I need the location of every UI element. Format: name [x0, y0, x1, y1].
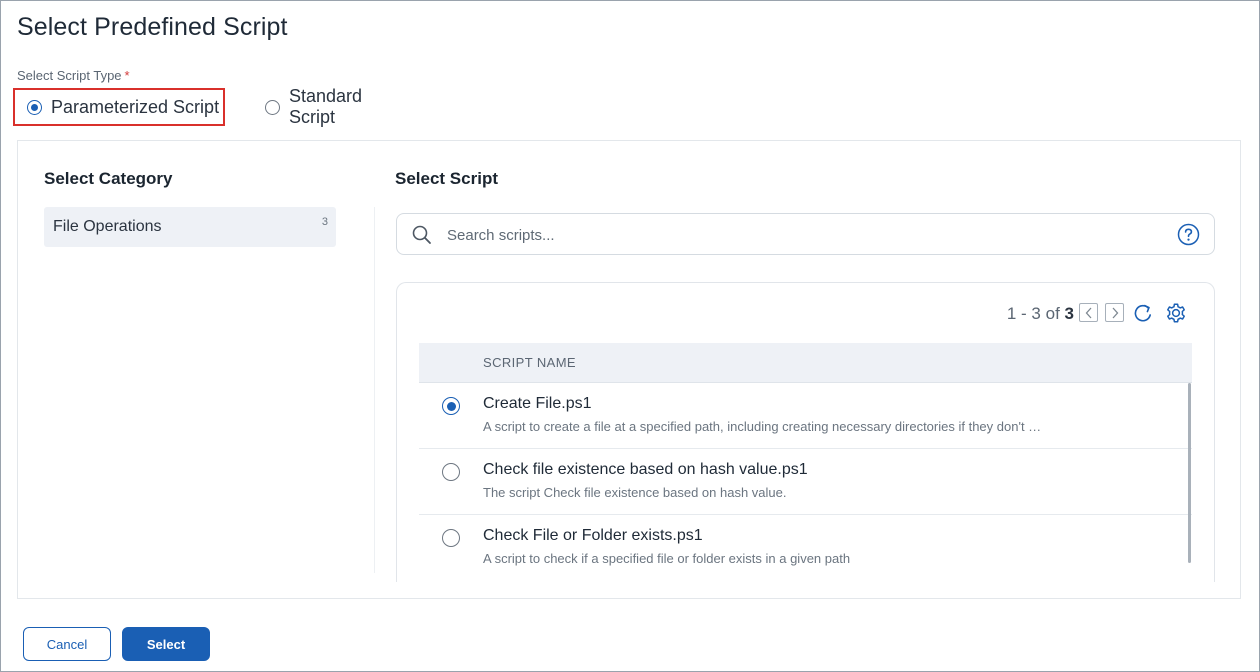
pagination-range: 1 - 3 of: [1006, 304, 1060, 323]
script-name: Check file existence based on hash value…: [483, 461, 808, 478]
column-header-script-name[interactable]: SCRIPT NAME: [483, 355, 576, 370]
parameterized-script-radio[interactable]: [27, 99, 42, 115]
row-radio[interactable]: [442, 397, 460, 415]
standard-script-radio[interactable]: [265, 99, 280, 115]
table-row[interactable]: Check file existence based on hash value…: [419, 449, 1192, 515]
category-heading: Select Category: [44, 169, 173, 188]
chevron-left-icon: [1085, 307, 1091, 318]
table-row[interactable]: Create File.ps1 A script to create a fil…: [419, 383, 1192, 449]
column-header-row: SCRIPT NAME: [419, 343, 1192, 383]
refresh-icon[interactable]: [1132, 302, 1154, 329]
parameterized-script-option[interactable]: Parameterized Script: [13, 88, 225, 126]
selection-panel: Select Category File Operations 3 Select…: [17, 140, 1241, 599]
row-radio[interactable]: [442, 463, 460, 481]
chevron-right-icon: [1112, 307, 1118, 318]
help-icon[interactable]: [1177, 223, 1200, 251]
script-heading: Select Script: [395, 169, 498, 188]
page-title: Select Predefined Script: [17, 13, 288, 41]
standard-script-option[interactable]: Standard Script: [263, 86, 363, 127]
pagination-info: 1 - 3 of 3: [1007, 304, 1074, 324]
category-item-file-operations[interactable]: File Operations 3: [44, 207, 336, 247]
script-type-label-text: Select Script Type: [17, 68, 122, 83]
script-name: Create File.ps1: [483, 395, 592, 412]
cancel-button[interactable]: Cancel: [23, 627, 111, 661]
script-description: The script Check file existence based on…: [483, 485, 787, 500]
search-input[interactable]: [445, 214, 1169, 256]
script-description: A script to check if a specified file or…: [483, 551, 851, 566]
parameterized-script-label: Parameterized Script: [51, 96, 220, 117]
row-radio[interactable]: [442, 529, 460, 547]
gear-icon[interactable]: [1164, 301, 1188, 330]
script-description: A script to create a file at a specified…: [483, 419, 1042, 434]
pagination-total: 3: [1064, 304, 1074, 323]
category-count: 3: [321, 216, 328, 228]
select-button[interactable]: Select: [122, 627, 210, 661]
script-name: Check File or Folder exists.ps1: [483, 527, 703, 544]
list-scrollbar[interactable]: [1188, 383, 1191, 563]
table-row[interactable]: Check File or Folder exists.ps1 A script…: [419, 515, 1192, 581]
column-divider: [374, 207, 375, 573]
standard-script-label: Standard Script: [289, 86, 363, 127]
script-type-label: Select Script Type *: [17, 68, 130, 83]
script-list: 1 - 3 of 3 SCRIPT NAME Create File.ps1 A…: [396, 282, 1215, 582]
previous-page-button[interactable]: [1079, 303, 1098, 322]
required-mark: *: [124, 68, 130, 83]
search-box: [396, 213, 1215, 256]
dialog: Select Predefined Script Select Script T…: [0, 0, 1260, 672]
search-icon: [411, 224, 433, 251]
category-name: File Operations: [53, 218, 162, 235]
next-page-button[interactable]: [1105, 303, 1124, 322]
